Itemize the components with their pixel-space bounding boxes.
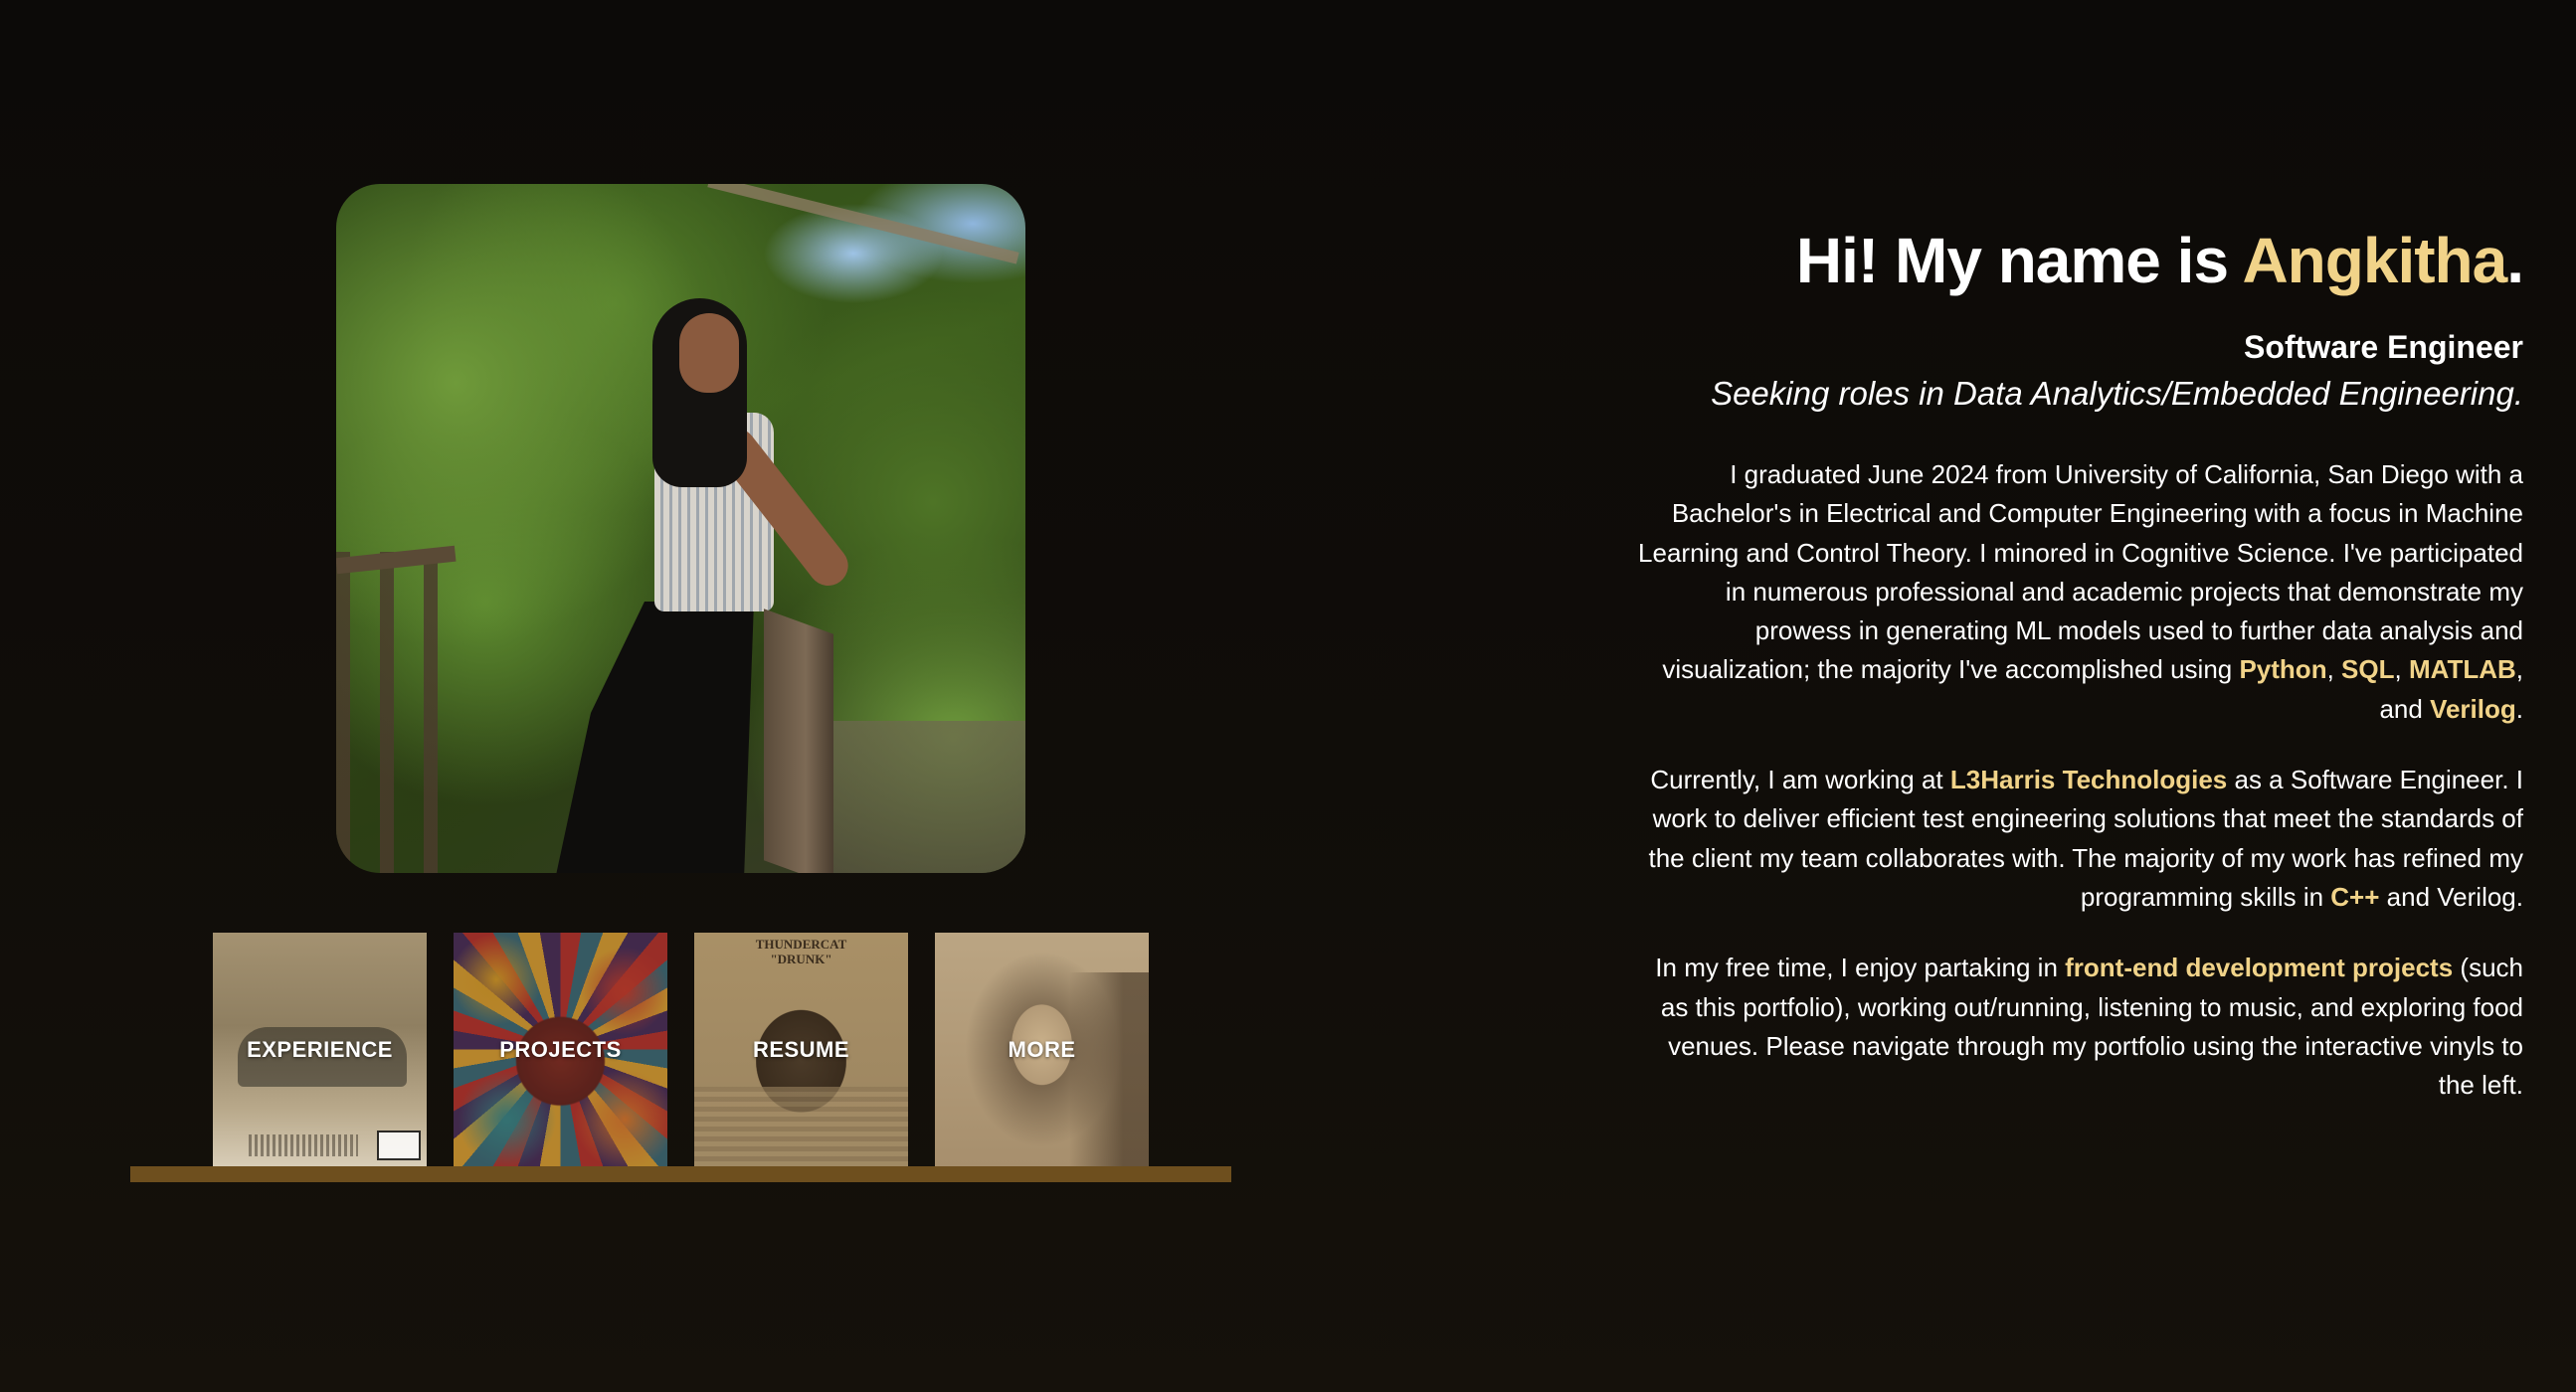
photo-fence bbox=[707, 184, 1019, 264]
cover-art-title: THUNDERCAT "DRUNK" bbox=[694, 937, 908, 966]
p1-sep-1: , bbox=[2326, 654, 2342, 685]
cover-art-water bbox=[694, 1087, 908, 1166]
p2-text-a: Currently, I am working at bbox=[1650, 765, 1950, 795]
skill-python: Python bbox=[2239, 654, 2327, 685]
skill-sql: SQL bbox=[2341, 654, 2395, 685]
vinyl-label[interactable]: EXPERIENCE bbox=[213, 1037, 427, 1063]
frontend-highlight: front-end development projects bbox=[2065, 953, 2454, 983]
photo-railing-left bbox=[336, 552, 446, 873]
p1-end: . bbox=[2515, 693, 2523, 724]
vinyl-resume[interactable]: THUNDERCAT "DRUNK" RESUME bbox=[694, 933, 908, 1166]
parental-advisory-icon bbox=[377, 1131, 421, 1160]
about-paragraph-hobbies: In my free time, I enjoy partaking in fr… bbox=[1628, 949, 2523, 1105]
vinyl-label[interactable]: MORE bbox=[935, 1037, 1149, 1063]
cover-title-line2: "DRUNK" bbox=[770, 952, 832, 966]
cover-art-hair bbox=[1069, 972, 1149, 1166]
company-highlight: L3Harris Technologies bbox=[1949, 765, 2228, 795]
skill-cpp: C++ bbox=[2330, 881, 2380, 912]
photo-path bbox=[804, 721, 1025, 873]
skill-verilog: Verilog bbox=[2430, 693, 2516, 724]
seeking-roles: Seeking roles in Data Analytics/Embedded… bbox=[1711, 375, 2523, 412]
name-highlight: Angkitha bbox=[2242, 225, 2507, 296]
p3-text-a: In my free time, I enjoy partaking in bbox=[1655, 953, 2066, 983]
p1-sep-2: , bbox=[2394, 654, 2409, 685]
photo-person-skirt bbox=[555, 602, 754, 873]
vinyl-projects[interactable]: PROJECTS bbox=[454, 933, 667, 1166]
job-title: Software Engineer bbox=[2244, 329, 2523, 365]
profile-photo bbox=[336, 184, 1025, 873]
p1-text: I graduated June 2024 from University of… bbox=[1638, 459, 2523, 685]
photo-person-face bbox=[679, 313, 739, 393]
photo-railing-right bbox=[764, 609, 833, 873]
page-title: Hi! My name is Angkitha. bbox=[1628, 217, 2524, 304]
vinyl-label[interactable]: RESUME bbox=[694, 1037, 908, 1063]
vinyl-more[interactable]: MORE bbox=[935, 933, 1149, 1166]
cover-art-fineprint bbox=[249, 1134, 358, 1156]
greeting-prefix: Hi! My name is bbox=[1795, 225, 2243, 296]
greeting-suffix: . bbox=[2506, 225, 2524, 296]
p2-text-c: and Verilog. bbox=[2379, 881, 2523, 912]
about-paragraph-education: I graduated June 2024 from University of… bbox=[1628, 455, 2523, 729]
vinyl-shelf bbox=[130, 1166, 1231, 1182]
skill-matlab: MATLAB bbox=[2408, 654, 2516, 685]
cover-title-line1: THUNDERCAT bbox=[755, 937, 847, 952]
vinyl-experience[interactable]: EXPERIENCE bbox=[213, 933, 427, 1166]
vinyl-label[interactable]: PROJECTS bbox=[454, 1037, 667, 1063]
intro-section: Hi! My name is Angkitha. Software Engine… bbox=[1628, 217, 2524, 1105]
about-paragraph-work: Currently, I am working at L3Harris Tech… bbox=[1628, 761, 2523, 917]
